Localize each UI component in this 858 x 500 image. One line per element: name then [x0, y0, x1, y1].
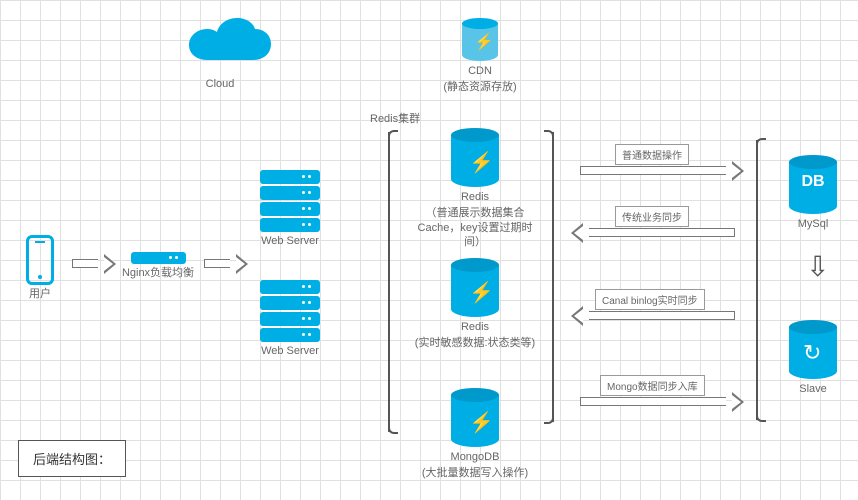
redis-cluster-heading: Redis集群	[370, 110, 450, 126]
redis-cluster-label: Redis集群	[370, 113, 420, 125]
arrow-normal-ops-label: 普通数据操作	[615, 144, 689, 165]
arrow-mongo-sync-label: Mongo数据同步入库	[600, 375, 705, 396]
database-icon: DB	[789, 155, 837, 215]
arrow-legacy-sync-label: 传统业务同步	[615, 206, 689, 227]
slave-node: ↻ Slave	[778, 320, 848, 396]
database-icon: ⚡	[451, 388, 499, 448]
redis2-node: ⚡ Redis (实时敏感数据:状态类等)	[410, 258, 540, 351]
webserver1-node: Web Server	[250, 170, 330, 248]
cloud-storage-icon: ⚡	[462, 18, 498, 62]
arrow-down-icon: ⇩	[806, 250, 829, 283]
bracket-right	[756, 140, 758, 420]
webserver2-label: Web Server	[250, 344, 330, 358]
user-node: 用户	[20, 235, 60, 301]
server-rack-icon	[260, 170, 320, 232]
bracket-middle-right	[552, 132, 554, 422]
bracket-left	[388, 132, 390, 432]
cloud-icon	[165, 18, 275, 72]
webserver1-label: Web Server	[250, 234, 330, 248]
diagram-title: 后端结构图：	[18, 440, 126, 477]
database-icon: ⚡	[451, 128, 499, 188]
server-rack-icon	[260, 280, 320, 342]
nginx-label: Nginx负载均衡	[118, 266, 198, 280]
webserver2-node: Web Server	[250, 280, 330, 358]
cdn-label: CDN	[430, 64, 530, 78]
redis1-sub: （普通展示数据集合Cache，key设置过期时间）	[410, 206, 540, 249]
database-icon: ⚡	[451, 258, 499, 318]
mongodb-node: ⚡ MongoDB (大批量数据写入操作)	[410, 388, 540, 481]
cloud-label: Cloud	[160, 77, 280, 91]
arrow-mongo-sync	[580, 394, 735, 410]
mongodb-label: MongoDB	[410, 450, 540, 464]
arrow-legacy-sync	[580, 225, 735, 241]
nginx-icon	[131, 252, 186, 264]
mongodb-sub: (大批量数据写入操作)	[410, 466, 540, 480]
arrow-canal-binlog	[580, 308, 735, 324]
mysql-node: DB MySql	[778, 155, 848, 231]
arrow-canal-binlog-label: Canal binlog实时同步	[595, 289, 705, 310]
mysql-badge: DB	[789, 173, 837, 191]
slave-label: Slave	[778, 382, 848, 396]
redis2-sub: (实时敏感数据:状态类等)	[410, 336, 540, 350]
user-label: 用户	[20, 287, 60, 301]
arrow-nginx-to-web	[204, 256, 239, 272]
nginx-node: Nginx负载均衡	[118, 252, 198, 280]
cdn-node: ⚡ CDN (静态资源存放)	[430, 18, 530, 95]
cdn-sub: (静态资源存放)	[430, 80, 530, 94]
phone-icon	[26, 235, 54, 285]
arrow-user-to-nginx	[72, 256, 107, 272]
redis1-label: Redis	[410, 190, 540, 204]
redis2-label: Redis	[410, 320, 540, 334]
arrow-normal-ops	[580, 163, 735, 179]
database-sync-icon: ↻	[789, 320, 837, 380]
cloud-node: Cloud	[160, 18, 280, 91]
mysql-label: MySql	[778, 217, 848, 231]
redis1-node: ⚡ Redis （普通展示数据集合Cache，key设置过期时间）	[410, 128, 540, 249]
